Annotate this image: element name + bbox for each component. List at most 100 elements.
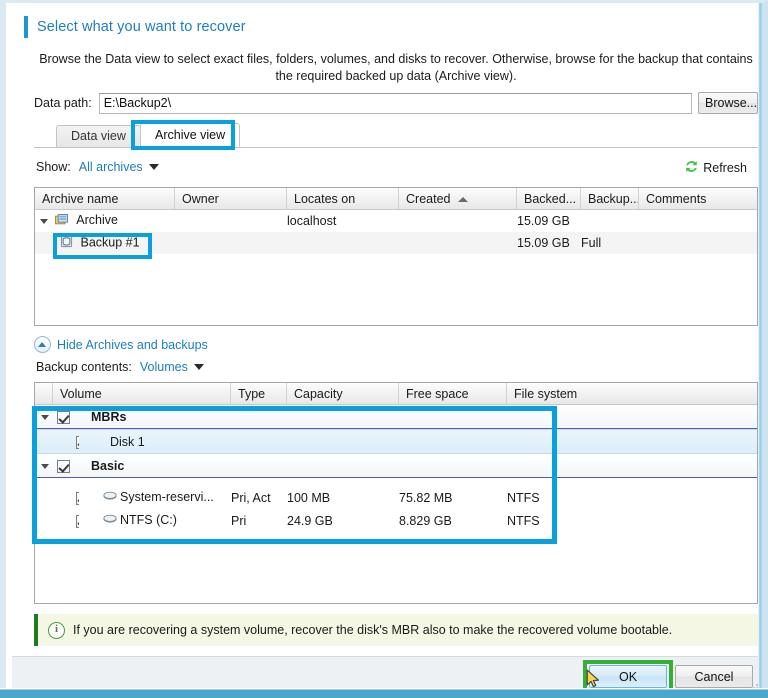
item-checkbox-cell bbox=[57, 513, 79, 527]
cancel-button[interactable]: Cancel bbox=[675, 665, 753, 688]
view-tabs: Data view Archive view bbox=[34, 123, 758, 148]
checkbox-mbrs[interactable] bbox=[57, 411, 70, 424]
column-owner[interactable]: Owner bbox=[175, 188, 287, 209]
item-name-system-reserved: System-reservi... bbox=[79, 490, 231, 505]
backup-row-name: Backup #1 bbox=[80, 235, 139, 249]
group-name-basic: Basic bbox=[79, 459, 231, 473]
item-name-ntfs-c: NTFS (C:) bbox=[79, 513, 231, 528]
info-notice-bar: i If you are recovering a system volume,… bbox=[34, 614, 758, 646]
group-expander-cell bbox=[35, 459, 57, 473]
backup-icon bbox=[60, 235, 73, 251]
column-backup-type[interactable]: Backup... bbox=[581, 188, 639, 209]
volumes-spacer bbox=[35, 478, 757, 486]
hide-archives-label: Hide Archives and backups bbox=[57, 338, 208, 352]
dialog-body: Select what you want to recover Browse t… bbox=[12, 6, 768, 656]
page-title-text: Select what you want to recover bbox=[37, 19, 246, 35]
archive-icon bbox=[55, 214, 69, 229]
refresh-icon bbox=[684, 159, 699, 177]
checkbox-disk-1[interactable] bbox=[76, 436, 79, 449]
item-name-text: System-reservi... bbox=[120, 490, 214, 504]
volume-item-row[interactable]: System-reservi... Pri, Act 100 MB 75.82 … bbox=[35, 486, 757, 509]
column-locates-on[interactable]: Locates on bbox=[287, 188, 399, 209]
column-checkbox bbox=[35, 383, 53, 404]
backup-row-backed-up: 15.09 GB bbox=[517, 236, 581, 250]
column-type[interactable]: Type bbox=[231, 383, 287, 404]
item-name-disk-1: Disk 1 bbox=[79, 435, 231, 449]
tab-data-view[interactable]: Data view bbox=[56, 125, 141, 147]
item-free-space: 75.82 MB bbox=[399, 491, 507, 505]
backup-contents-row: Backup contents: Volumes bbox=[36, 360, 204, 374]
column-archive-name[interactable]: Archive name bbox=[35, 188, 175, 209]
archive-row-locates-on: localhost bbox=[287, 214, 399, 228]
column-volume[interactable]: Volume bbox=[53, 383, 231, 404]
table-row[interactable]: Backup #1 15.09 GB Full bbox=[35, 232, 757, 254]
page-title: Select what you want to recover bbox=[24, 16, 246, 38]
archive-row-backed-up: 15.09 GB bbox=[517, 214, 581, 228]
archive-row-name: Archive bbox=[76, 213, 118, 227]
volume-group-row[interactable]: MBRs bbox=[35, 405, 757, 429]
window-bottom-edge bbox=[0, 689, 768, 698]
tab-archive-view[interactable]: Archive view bbox=[140, 123, 240, 147]
volume-icon bbox=[103, 514, 117, 528]
browse-button[interactable]: Browse... bbox=[698, 92, 758, 114]
volume-item-row[interactable]: Disk 1 bbox=[35, 429, 757, 454]
column-comments[interactable]: Comments bbox=[639, 188, 757, 209]
data-path-input[interactable] bbox=[99, 93, 692, 114]
ok-button[interactable]: OK bbox=[589, 665, 667, 688]
archive-table[interactable]: Archive name Owner Locates on Created Ba… bbox=[34, 187, 758, 326]
table-row[interactable]: Archive localhost 15.09 GB bbox=[35, 210, 757, 232]
refresh-label: Refresh bbox=[703, 161, 747, 175]
show-filter-value[interactable]: All archives bbox=[79, 160, 143, 174]
expander-arrow-icon[interactable] bbox=[40, 219, 48, 224]
column-file-system[interactable]: File system bbox=[507, 383, 757, 404]
data-path-label: Data path: bbox=[34, 96, 92, 110]
archive-row-name-cell: Archive bbox=[35, 213, 175, 228]
show-label: Show: bbox=[36, 160, 71, 174]
recovery-dialog-window: Select what you want to recover Browse t… bbox=[0, 0, 768, 698]
backup-contents-label: Backup contents: bbox=[36, 360, 132, 374]
checkbox-ntfs-c[interactable] bbox=[76, 515, 79, 528]
item-free-space: 8.829 GB bbox=[399, 514, 507, 528]
checkbox-system-reserved[interactable] bbox=[76, 492, 79, 505]
item-type: Pri, Act bbox=[231, 491, 287, 505]
show-filter-row: Show: All archives bbox=[36, 160, 159, 174]
expander-arrow-icon[interactable] bbox=[41, 464, 49, 469]
volume-icon bbox=[103, 491, 117, 505]
column-created-label: Created bbox=[406, 192, 450, 206]
archive-table-header: Archive name Owner Locates on Created Ba… bbox=[35, 188, 757, 210]
data-path-row: Data path: Browse... bbox=[34, 92, 758, 114]
info-notice-text: If you are recovering a system volume, r… bbox=[73, 623, 672, 637]
item-type: Pri bbox=[231, 514, 287, 528]
group-name-mbrs: MBRs bbox=[79, 410, 231, 424]
group-checkbox-cell bbox=[57, 458, 79, 472]
item-capacity: 100 MB bbox=[287, 491, 399, 505]
chevron-down-icon[interactable] bbox=[194, 364, 204, 370]
backup-row-backup-type: Full bbox=[581, 236, 639, 250]
window-right-edge bbox=[758, 3, 763, 698]
column-capacity[interactable]: Capacity bbox=[287, 383, 399, 404]
expander-arrow-icon[interactable] bbox=[41, 415, 49, 420]
chevron-down-icon[interactable] bbox=[149, 164, 159, 170]
column-free-space[interactable]: Free space bbox=[399, 383, 507, 404]
backup-row-name-cell: Backup #1 bbox=[35, 235, 175, 251]
group-checkbox-cell bbox=[57, 409, 79, 423]
volumes-table[interactable]: Volume Type Capacity Free space File sys… bbox=[34, 382, 758, 604]
item-file-system: NTFS bbox=[507, 491, 747, 505]
refresh-button[interactable]: Refresh bbox=[684, 159, 747, 177]
checkbox-basic[interactable] bbox=[57, 460, 70, 473]
dialog-description: Browse the Data view to select exact fil… bbox=[34, 51, 758, 85]
volumes-table-header: Volume Type Capacity Free space File sys… bbox=[35, 383, 757, 405]
sort-ascending-icon bbox=[458, 197, 468, 202]
chevron-up-circle-icon bbox=[34, 336, 51, 353]
hide-archives-toggle[interactable]: Hide Archives and backups bbox=[34, 336, 208, 353]
item-capacity: 24.9 GB bbox=[287, 514, 399, 528]
item-checkbox-cell bbox=[57, 434, 79, 448]
title-accent-bar bbox=[24, 16, 28, 38]
column-backed-up[interactable]: Backed... bbox=[517, 188, 581, 209]
column-created[interactable]: Created bbox=[399, 188, 517, 209]
volume-item-row[interactable]: NTFS (C:) Pri 24.9 GB 8.829 GB NTFS bbox=[35, 509, 757, 532]
backup-contents-value[interactable]: Volumes bbox=[140, 360, 188, 374]
info-icon: i bbox=[48, 622, 65, 639]
volume-group-row[interactable]: Basic bbox=[35, 454, 757, 478]
item-file-system: NTFS bbox=[507, 514, 747, 528]
